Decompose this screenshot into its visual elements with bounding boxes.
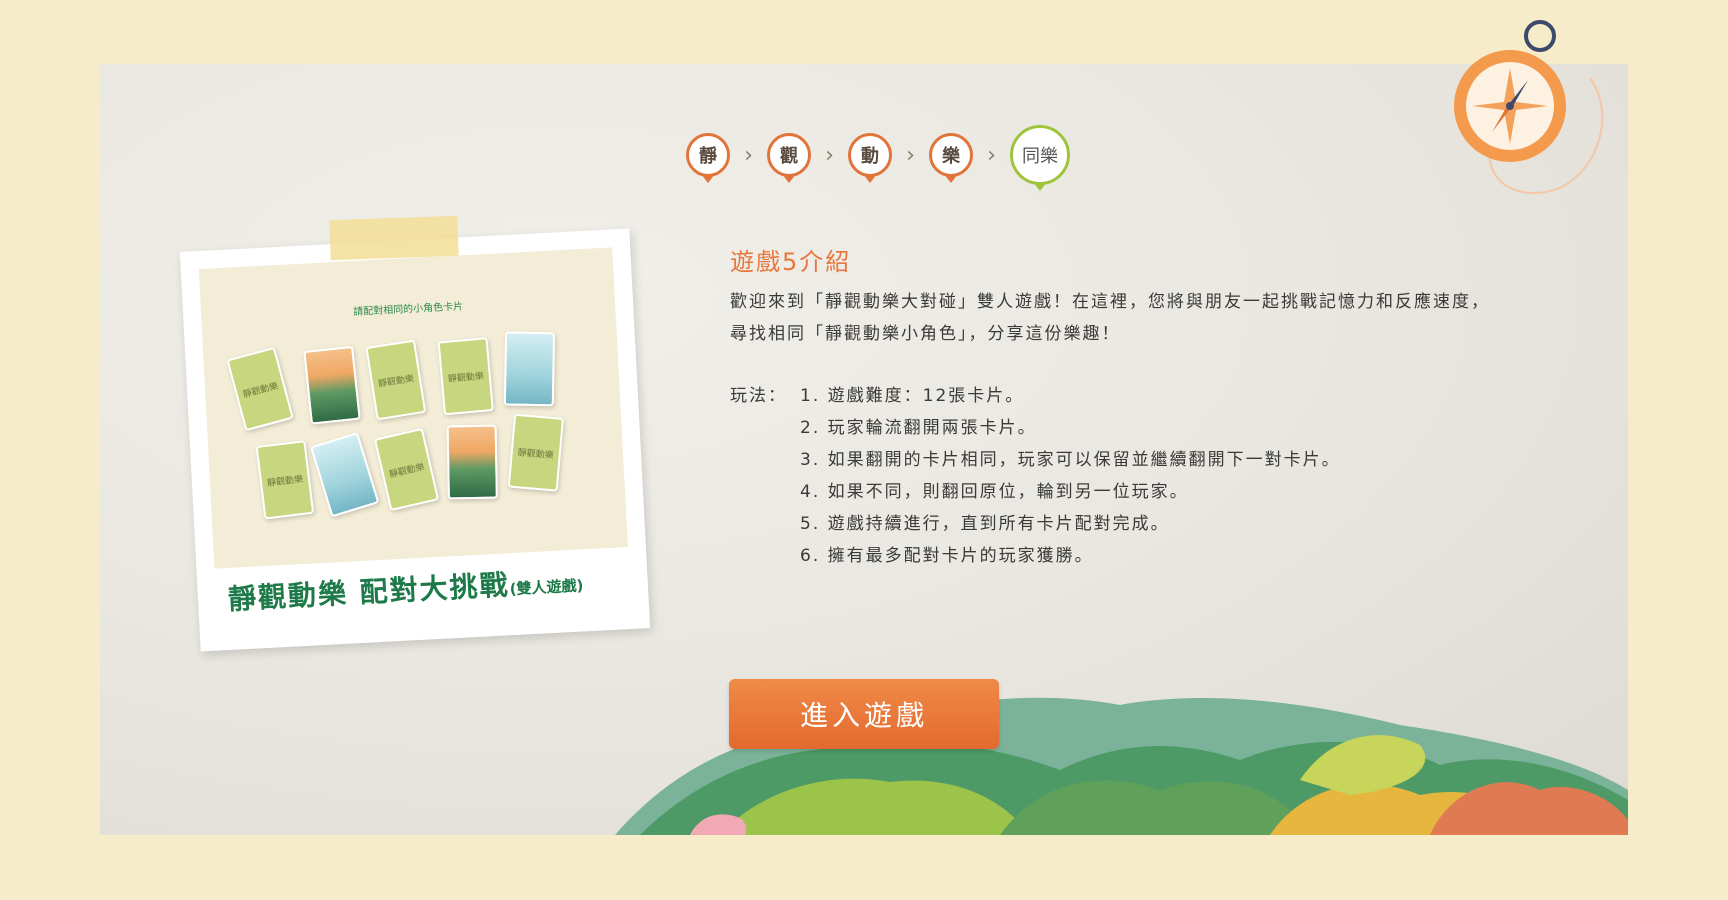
game-preview-polaroid: 請配對相同的小角色卡片 靜觀動樂 靜觀動樂 靜觀動樂 靜觀動樂 靜觀動樂 靜觀動…	[179, 228, 651, 652]
compass-icon	[1454, 20, 1604, 194]
rule-item: 1. 遊戲難度：12張卡片。	[800, 386, 1025, 406]
step-guan-label: 觀	[780, 146, 798, 167]
memory-card: 靜觀動樂	[507, 413, 564, 492]
step-le[interactable]: 樂	[929, 133, 973, 177]
step-le-label: 樂	[942, 146, 960, 167]
memory-card-sky	[503, 331, 556, 407]
rules-list: 1. 遊戲難度：12張卡片。 2. 玩家輪流翻開兩張卡片。 3. 如果翻開的卡片…	[800, 380, 1341, 572]
game-title-subtitle: (雙人遊戲)	[509, 576, 584, 599]
rules-section: 玩法： 1. 遊戲難度：12張卡片。 2. 玩家輪流翻開兩張卡片。 3. 如果翻…	[730, 380, 1341, 572]
memory-card: 靜觀動樂	[255, 440, 315, 520]
game-preview-photo: 請配對相同的小角色卡片 靜觀動樂 靜觀動樂 靜觀動樂 靜觀動樂 靜觀動樂 靜觀動…	[198, 247, 628, 569]
chevron-right-icon: ›	[825, 142, 834, 168]
step-jing-label: 靜	[699, 146, 717, 167]
rules-label: 玩法：	[730, 386, 787, 406]
memory-card: 靜觀動樂	[373, 427, 440, 512]
enter-game-button[interactable]: 進入遊戲	[729, 679, 999, 749]
intro-title: 遊戲5介紹	[730, 248, 852, 276]
rule-item: 2. 玩家輪流翻開兩張卡片。	[800, 418, 1037, 438]
game-title-main: 靜觀動樂 配對大挑戰	[227, 568, 511, 616]
memory-card: 靜觀動樂	[437, 337, 494, 416]
chevron-right-icon: ›	[906, 142, 915, 168]
step-guan[interactable]: 觀	[767, 133, 811, 177]
memory-card: 靜觀動樂	[226, 346, 294, 432]
rule-item: 4. 如果不同，則翻回原位，輪到另一位玩家。	[800, 482, 1189, 502]
step-dong-label: 動	[861, 146, 879, 167]
chevron-right-icon: ›	[987, 142, 996, 168]
intro-body: 歡迎來到「靜觀動樂大對碰」雙人遊戲！在這裡，您將與朋友一起挑戰記憶力和反應速度，…	[730, 292, 1490, 344]
rule-item: 3. 如果翻開的卡片相同，玩家可以保留並繼續翻開下一對卡片。	[800, 450, 1341, 470]
step-tongle-active[interactable]: 同樂	[1010, 125, 1070, 185]
memory-card-sky	[309, 432, 380, 518]
photo-caption: 請配對相同的小角色卡片	[352, 301, 464, 319]
rule-item: 6. 擁有最多配對卡片的玩家獲勝。	[800, 546, 1094, 566]
step-navigation: 靜 › 觀 › 動 › 樂 › 同樂	[686, 120, 1070, 190]
memory-card: 靜觀動樂	[365, 339, 427, 421]
memory-card-scene	[303, 345, 361, 425]
game-title: 靜觀動樂 配對大挑戰(雙人遊戲)	[227, 559, 584, 618]
tape-strip	[329, 215, 459, 261]
chevron-right-icon: ›	[744, 142, 753, 168]
memory-card-scene	[446, 424, 498, 500]
step-dong[interactable]: 動	[848, 133, 892, 177]
step-tongle-label: 同樂	[1022, 146, 1058, 167]
rule-item: 5. 遊戲持續進行，直到所有卡片配對完成。	[800, 514, 1170, 534]
step-jing[interactable]: 靜	[686, 133, 730, 177]
